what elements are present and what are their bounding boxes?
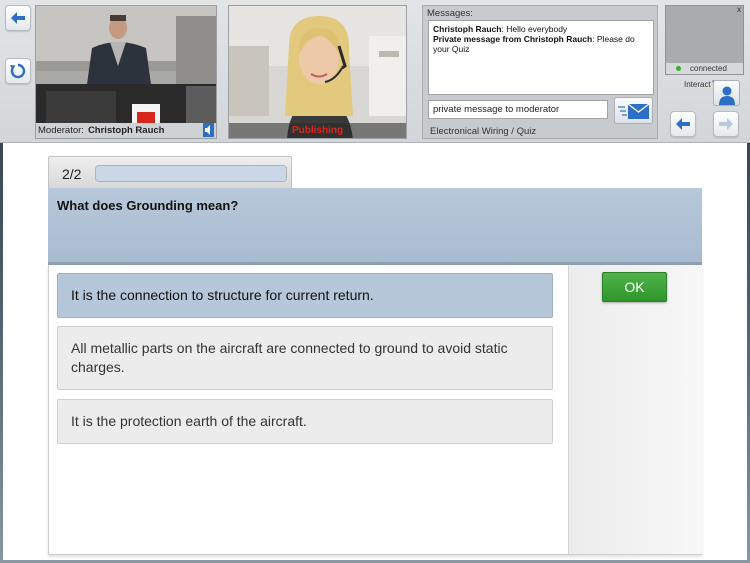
interact-label: Interact xyxy=(684,80,711,89)
close-icon[interactable]: x xyxy=(737,5,741,14)
moderator-video: Moderator: Christoph Rauch xyxy=(35,5,217,139)
moderator-label: Moderator: xyxy=(38,125,84,136)
speaker-icon xyxy=(203,123,214,137)
moderator-video-image xyxy=(36,6,216,138)
quiz-area: 2/2 What does Grounding mean? It is the … xyxy=(3,143,747,560)
message-item: Christoph Rauch: Hello everybody xyxy=(433,24,649,34)
progress-tab: 2/2 xyxy=(48,156,292,188)
envelope-icon xyxy=(617,102,649,119)
message-text: Hello everybody xyxy=(506,24,568,34)
message-item: Private message from Christoph Rauch: Pl… xyxy=(433,34,649,54)
answers-list: It is the connection to structure for cu… xyxy=(49,265,569,554)
answer-text: All metallic parts on the aircraft are c… xyxy=(71,340,508,375)
question-text: What does Grounding mean? xyxy=(57,198,239,213)
previous-button[interactable] xyxy=(670,111,696,137)
course-label: Electronical Wiring / Quiz xyxy=(430,126,537,137)
moderator-caption: Moderator: Christoph Rauch xyxy=(36,123,216,138)
messages-list: Christoph Rauch: Hello everybody Private… xyxy=(428,20,654,95)
refresh-button[interactable] xyxy=(5,58,31,84)
question-header: What does Grounding mean? xyxy=(48,188,702,265)
message-sender: Private message from Christoph Rauch xyxy=(433,34,593,44)
arrow-left-icon xyxy=(11,12,25,24)
status-panel: x connected xyxy=(665,5,744,75)
publishing-status: Publishing xyxy=(229,123,406,138)
arrow-left-icon xyxy=(676,118,690,130)
messages-panel: Messages: Christoph Rauch: Hello everybo… xyxy=(422,5,658,139)
action-column: OK xyxy=(569,265,702,554)
answer-text: It is the protection earth of the aircra… xyxy=(71,413,307,429)
speaker-button[interactable] xyxy=(203,123,214,138)
progress-bar xyxy=(95,165,287,182)
answer-option[interactable]: It is the connection to structure for cu… xyxy=(57,273,553,318)
arrow-right-icon xyxy=(719,118,733,130)
answer-option[interactable]: It is the protection earth of the aircra… xyxy=(57,399,553,444)
question-counter: 2/2 xyxy=(62,166,82,182)
participant-video-image xyxy=(229,6,406,138)
progress-fill xyxy=(96,166,286,181)
top-bar: Moderator: Christoph Rauch Publishing Me… xyxy=(0,0,750,143)
answer-text: It is the connection to structure for cu… xyxy=(71,287,374,303)
interact-button[interactable] xyxy=(713,80,740,106)
next-button[interactable] xyxy=(713,111,739,137)
private-message-input[interactable]: private message to moderator xyxy=(428,100,608,119)
moderator-name: Christoph Rauch xyxy=(87,125,165,136)
status-dot-icon xyxy=(676,66,681,71)
send-message-button[interactable] xyxy=(614,97,653,124)
participant-video: Publishing xyxy=(228,5,407,139)
answer-option[interactable]: All metallic parts on the aircraft are c… xyxy=(57,326,553,390)
messages-label: Messages: xyxy=(427,8,473,19)
user-icon xyxy=(718,86,735,105)
quiz-content: It is the connection to structure for cu… xyxy=(48,265,702,555)
back-button[interactable] xyxy=(5,5,31,31)
ok-button[interactable]: OK xyxy=(602,272,667,302)
refresh-icon xyxy=(10,63,26,79)
message-sender: Christoph Rauch xyxy=(433,24,502,34)
